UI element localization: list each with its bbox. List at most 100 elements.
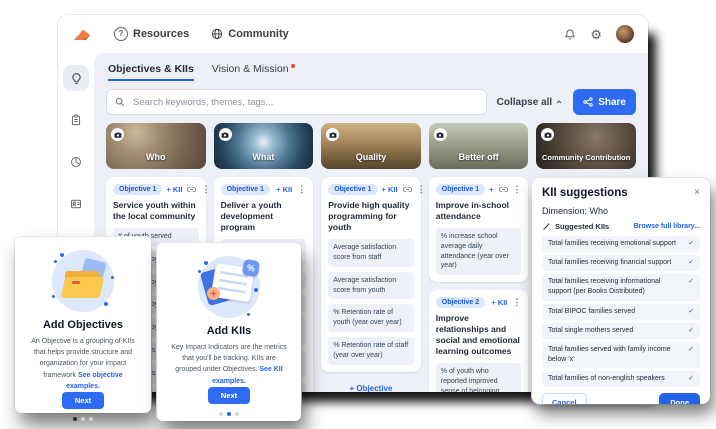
- suggested-kii-item[interactable]: Total families receiving emotional suppo…: [542, 236, 700, 252]
- sidebar-item-reports[interactable]: [63, 107, 89, 133]
- suggested-kii-text: Total families receiving financial suppo…: [548, 258, 671, 268]
- pagination-dot-active[interactable]: [227, 412, 231, 416]
- add-kii-button[interactable]: + KII: [276, 185, 292, 194]
- kebab-menu-icon[interactable]: ⋮: [297, 185, 306, 194]
- share-button[interactable]: Share: [573, 89, 636, 115]
- dimension-image-quality: Quality: [321, 123, 421, 169]
- dimension-caption: What: [214, 152, 314, 162]
- add-kii-button[interactable]: +: [489, 185, 493, 194]
- resources-nav[interactable]: ? Resources: [114, 27, 189, 41]
- camera-icon[interactable]: [111, 128, 124, 141]
- camera-icon[interactable]: [326, 128, 339, 141]
- panel-title: KII suggestions: [542, 187, 628, 199]
- kii-item[interactable]: Average satisfaction score from staff: [328, 239, 414, 267]
- documents-illustration: %: [198, 256, 260, 318]
- kebab-menu-icon[interactable]: ⋮: [201, 185, 210, 194]
- share-label: Share: [598, 97, 626, 108]
- pagination-dot[interactable]: [219, 412, 223, 416]
- add-kii-button[interactable]: + KII: [382, 185, 398, 194]
- suggested-kii-item[interactable]: Total families receiving financial suppo…: [542, 255, 700, 271]
- suggested-kii-text: Total families served with family income…: [548, 345, 683, 365]
- globe-icon: [211, 28, 223, 40]
- suggested-kii-text: Total BIPOC families served: [548, 307, 635, 317]
- column-better-off: Better off Objective 1 + ⋮: [429, 123, 529, 392]
- kii-item[interactable]: Average satisfaction score from youth: [328, 272, 414, 300]
- objective-badge: Objective 1: [436, 184, 485, 195]
- pagination-dot[interactable]: [89, 417, 93, 421]
- objective-badge: Objective 2: [436, 297, 485, 308]
- suggested-kii-text: Total families receiving emotional suppo…: [548, 239, 676, 249]
- pagination-dot[interactable]: [235, 412, 239, 416]
- kii-item[interactable]: % Retention rate of youth (year over yea…: [328, 304, 414, 332]
- objective-title: Improve in-school attendance: [436, 200, 522, 222]
- percent-badge-icon: %: [242, 259, 261, 278]
- kebab-menu-icon[interactable]: ⋮: [417, 185, 426, 194]
- community-label: Community: [228, 28, 289, 40]
- objective-title: Provide high quality programming for you…: [328, 200, 414, 233]
- cancel-button[interactable]: Cancel: [542, 393, 587, 404]
- pagination-dot[interactable]: [81, 417, 85, 421]
- dimension-image-what: What: [214, 123, 314, 169]
- gear-icon[interactable]: ⚙: [590, 28, 602, 41]
- link-icon[interactable]: [499, 185, 508, 194]
- share-icon: [583, 97, 593, 107]
- close-icon[interactable]: ×: [694, 188, 700, 198]
- add-objective-button[interactable]: + Objective: [321, 384, 421, 392]
- objective-badge: Objective 1: [221, 184, 270, 195]
- avatar[interactable]: [616, 25, 634, 43]
- kebab-menu-icon[interactable]: ⋮: [513, 185, 522, 194]
- suggested-kii-text: Total single mothers served: [548, 326, 633, 336]
- dimension-image-community: Community Contribution: [536, 123, 636, 169]
- resources-label: Resources: [133, 28, 189, 40]
- kii-item[interactable]: % increase school average daily attendan…: [436, 228, 522, 275]
- suggested-kii-item[interactable]: Total BIPOC families served ✓: [542, 304, 700, 320]
- collapse-all-button[interactable]: Collapse all: [497, 97, 564, 108]
- done-button[interactable]: Done: [659, 393, 700, 404]
- camera-icon[interactable]: [541, 128, 554, 141]
- objective-card: Objective 2 + KII ⋮ Improve relationship…: [429, 290, 529, 392]
- check-icon: ✓: [683, 345, 694, 355]
- suggested-kii-item[interactable]: Total families served with family income…: [542, 342, 700, 368]
- search-input[interactable]: [131, 96, 478, 109]
- sidebar-item-contacts[interactable]: [63, 191, 89, 217]
- tab-vision-mission[interactable]: Vision & Mission: [212, 63, 295, 81]
- kii-item[interactable]: % Retention rate of staff (year over yea…: [328, 337, 414, 365]
- suggested-kii-item[interactable]: Total families of non-english speakers ✓: [542, 371, 700, 387]
- marketing-composition: ? Resources Community ⚙: [0, 0, 716, 429]
- topbar-right: ⚙: [564, 25, 634, 43]
- objective-card: Objective 1 + ⋮ Improve in-school attend…: [429, 177, 529, 282]
- sidebar-item-ideas[interactable]: [63, 65, 89, 91]
- kebab-menu-icon[interactable]: ⋮: [512, 298, 521, 307]
- add-kii-button[interactable]: + KII: [491, 298, 507, 307]
- suggested-kii-item[interactable]: Total single mothers served ✓: [542, 323, 700, 339]
- app-logo: [72, 26, 92, 43]
- modal-body: An Objective is a grouping of KIIs that …: [25, 336, 141, 392]
- dimension-image-better-off: Better off: [429, 123, 529, 169]
- check-icon: ✓: [683, 326, 694, 336]
- tab-objectives-kiis[interactable]: Objectives & KIIs: [108, 63, 194, 81]
- chevron-up-icon: [555, 98, 563, 106]
- check-icon: ✓: [683, 277, 694, 287]
- topbar: ? Resources Community ⚙: [58, 15, 648, 53]
- browse-library-link[interactable]: Browse full library...: [634, 223, 700, 230]
- objective-badge: Objective 1: [328, 184, 377, 195]
- kii-item[interactable]: % of youth who reported improved sense o…: [436, 363, 522, 392]
- pagination-dots: [219, 412, 239, 416]
- bell-icon[interactable]: [564, 28, 576, 41]
- link-icon[interactable]: [187, 185, 196, 194]
- sidebar-item-analytics[interactable]: [63, 149, 89, 175]
- community-nav[interactable]: Community: [211, 28, 289, 40]
- pagination-dots: [73, 417, 93, 421]
- add-kii-button[interactable]: + KII: [166, 185, 182, 194]
- wand-icon: [542, 222, 551, 231]
- next-button[interactable]: Next: [208, 387, 250, 404]
- dimension-caption: Who: [106, 152, 206, 162]
- camera-icon[interactable]: [219, 128, 232, 141]
- objective-title: Improve relationships and social and emo…: [436, 313, 522, 357]
- dimension-caption: Better off: [429, 152, 529, 162]
- camera-icon[interactable]: [434, 128, 447, 141]
- link-icon[interactable]: [403, 185, 412, 194]
- pagination-dot-active[interactable]: [73, 417, 77, 421]
- next-button[interactable]: Next: [62, 392, 104, 409]
- suggested-kii-item[interactable]: Total families receiving informational s…: [542, 274, 700, 300]
